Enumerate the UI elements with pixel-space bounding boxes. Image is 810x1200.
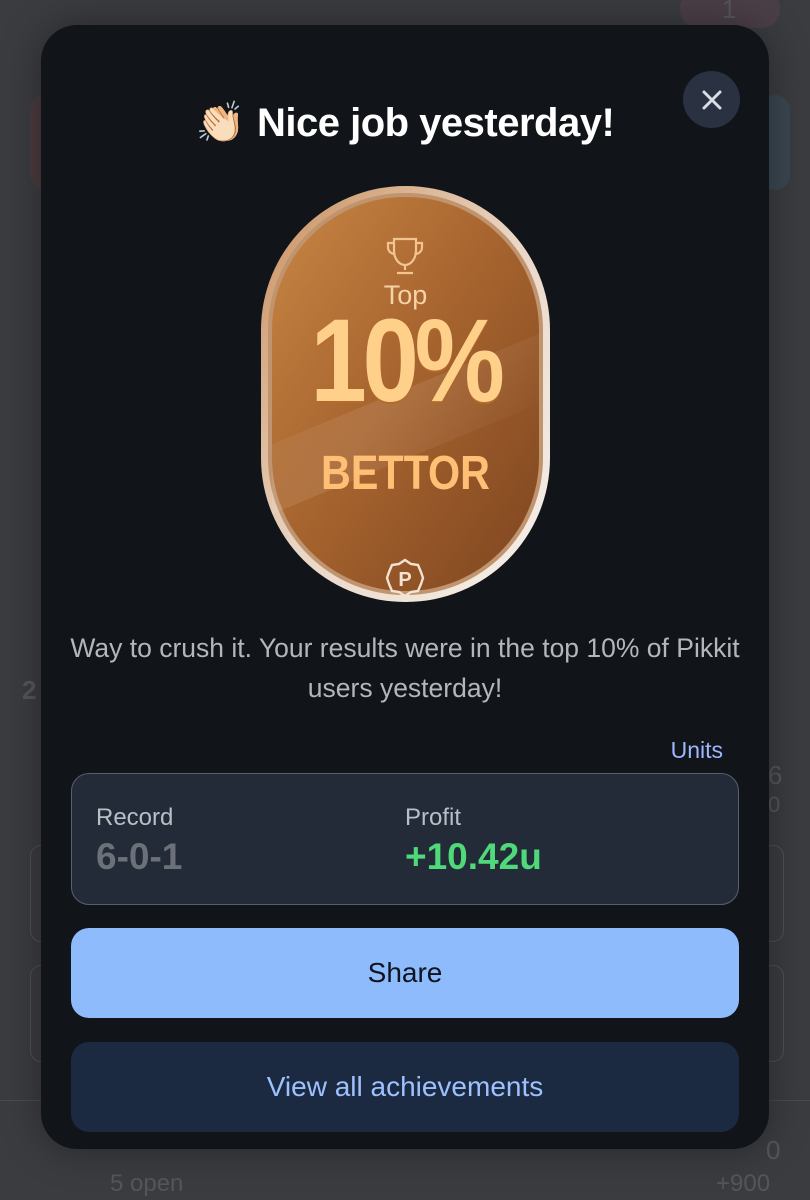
share-button[interactable]: Share	[71, 928, 739, 1018]
profit-value: +10.42u	[405, 836, 542, 877]
bg-right-sub: 0	[768, 792, 781, 817]
badge-bettor-label: BETTOR	[321, 447, 490, 500]
record-value: 6-0-1	[96, 836, 183, 877]
badge-percent: 10%	[310, 295, 505, 427]
clapping-hands-icon: 👏🏻	[195, 100, 246, 146]
units-toggle-link[interactable]: Units	[671, 737, 723, 764]
record-label: Record	[96, 804, 174, 831]
bg-number-top: 1	[722, 0, 737, 24]
bg-bottom-right-top: 0	[766, 1135, 781, 1165]
stats-summary-card: Record 6-0-1 Profit +10.42u	[71, 773, 739, 905]
view-all-achievements-button[interactable]: View all achievements	[71, 1042, 739, 1132]
close-icon	[702, 90, 721, 109]
svg-text:P: P	[398, 569, 411, 591]
top-bettor-badge: P Top 10% BETTOR	[259, 184, 552, 604]
profit-label: Profit	[405, 804, 462, 831]
bg-bottom-open: 5 open	[110, 1170, 184, 1197]
bg-bottom-right: +900	[716, 1170, 771, 1197]
modal-title-text: Nice job yesterday!	[256, 101, 615, 145]
bg-right-digit: 6	[768, 760, 783, 790]
modal-title: 👏🏻 Nice job yesterday!	[41, 99, 769, 146]
bg-left-number: 2	[22, 675, 37, 705]
close-button[interactable]	[683, 71, 740, 128]
achievement-description: Way to crush it. Your results were in th…	[70, 633, 740, 703]
achievement-modal: 👏🏻 Nice job yesterday! P Top 10% BETTOR …	[41, 25, 769, 1149]
